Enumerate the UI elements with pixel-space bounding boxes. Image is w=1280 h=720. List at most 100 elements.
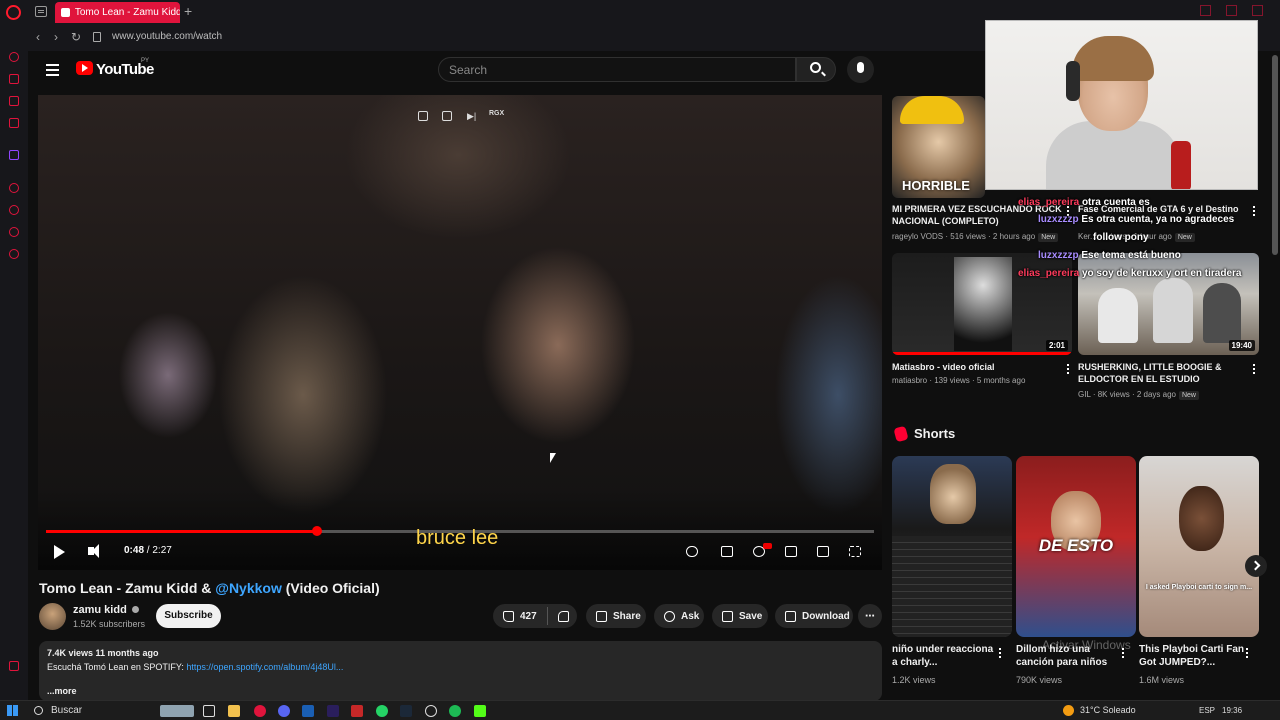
tab-audio-icon	[61, 8, 70, 17]
cast-icon[interactable]	[817, 546, 829, 557]
opera-logo-icon[interactable]	[6, 5, 21, 20]
sidebar-twitch-icon[interactable]	[9, 150, 19, 160]
sidebar-messenger-icon[interactable]	[9, 96, 19, 106]
language-indicator[interactable]: ESP	[1199, 706, 1215, 715]
opera-gx-icon[interactable]	[254, 705, 266, 717]
file-explorer-icon[interactable]	[228, 705, 240, 717]
video-player[interactable]: ▶| RGX 0:48 / 2:27 bruce lee	[38, 95, 882, 570]
rec-title-3[interactable]: Matiasbro - video oficial	[892, 361, 1062, 373]
taskbar-widget-icon[interactable]	[160, 705, 194, 717]
taskbar-search-label[interactable]: Buscar	[51, 705, 82, 716]
sidebar-settings-icon[interactable]	[9, 249, 19, 259]
taskbar-search-icon[interactable]	[34, 706, 43, 715]
weather-text[interactable]: 31°C Soleado	[1080, 705, 1136, 715]
short-1-face	[930, 464, 976, 524]
spotify-icon[interactable]	[449, 705, 461, 717]
sidebar-extensions-icon[interactable]	[9, 227, 19, 237]
short-menu-icon-1[interactable]	[999, 648, 1001, 650]
more-actions-button[interactable]: ⋯	[858, 604, 882, 628]
channel-avatar[interactable]	[39, 603, 66, 630]
lock-icon[interactable]	[93, 32, 101, 42]
ask-button[interactable]: Ask	[654, 604, 704, 628]
duration-badge: 2:01	[1045, 340, 1068, 351]
chat-username: luzxzzzp	[1038, 250, 1079, 261]
subtitle-caption: bruce lee	[416, 527, 499, 549]
short-title-3[interactable]: This Playboi Carti Fan Got JUMPED?...	[1139, 643, 1247, 669]
sidebar-player-icon[interactable]	[9, 183, 19, 193]
weather-sun-icon[interactable]	[1063, 705, 1074, 716]
popout-icon[interactable]	[442, 111, 452, 121]
workspaces-icon[interactable]	[35, 6, 47, 17]
captions-icon[interactable]	[721, 546, 733, 557]
back-icon[interactable]: ‹	[36, 30, 40, 44]
browser-tab-active[interactable]: Tomo Lean - Zamu Kidd	[55, 2, 180, 23]
channel-name-text[interactable]: zamu kidd	[73, 604, 127, 616]
skip-icon[interactable]: ▶|	[467, 111, 477, 121]
subscribe-button[interactable]: Subscribe	[156, 604, 221, 628]
dislike-icon[interactable]	[557, 610, 569, 622]
discord-icon[interactable]	[278, 705, 290, 717]
youtube-logo-icon[interactable]	[76, 61, 93, 75]
voice-search-button[interactable]	[847, 56, 874, 83]
scrubber-handle[interactable]	[311, 526, 322, 536]
window-controls	[1200, 5, 1263, 16]
forward-icon[interactable]: ›	[54, 30, 58, 44]
search-tabs-icon[interactable]	[1200, 5, 1211, 16]
url-field[interactable]: www.youtube.com/watch	[112, 31, 222, 42]
sidebar-aria-icon[interactable]	[9, 52, 19, 62]
recorder-icon[interactable]	[351, 705, 363, 717]
steam-icon[interactable]	[400, 705, 412, 717]
short-title-1[interactable]: niño under reacciona a charly...	[892, 643, 1000, 669]
rec-title-4[interactable]: RUSHERKING, LITTLE BOOGIE & ELDOCTOR EN …	[1078, 361, 1248, 385]
rgx-label[interactable]: RGX	[489, 110, 504, 117]
page-scrollbar[interactable]	[1272, 55, 1278, 255]
clock[interactable]: 19:36	[1222, 706, 1242, 715]
search-input[interactable]: Search	[438, 57, 796, 82]
short-thumbnail-1[interactable]	[892, 456, 1012, 637]
sidebar-bag-icon[interactable]	[9, 74, 19, 84]
reload-icon[interactable]: ↻	[71, 30, 81, 44]
kick-icon[interactable]	[474, 705, 486, 717]
short-menu-icon-3[interactable]	[1246, 648, 1248, 650]
whatsapp-icon[interactable]	[376, 705, 388, 717]
menu-icon[interactable]	[46, 64, 59, 66]
new-tab-button[interactable]: +	[184, 3, 192, 19]
download-button[interactable]: Download	[775, 604, 853, 628]
autoplay-toggle-icon[interactable]	[686, 546, 698, 557]
shorts-next-button[interactable]	[1245, 555, 1267, 577]
channel-name[interactable]: zamu kidd	[73, 604, 139, 616]
show-more-button[interactable]: ...more	[47, 686, 874, 696]
save-button[interactable]: Save	[712, 604, 768, 628]
thumbnail-figure	[954, 257, 1012, 351]
like-count[interactable]: 427	[520, 611, 537, 622]
rec-menu-icon-3[interactable]	[1067, 364, 1069, 366]
sparkle-icon	[664, 610, 675, 622]
theater-mode-icon[interactable]	[785, 546, 797, 557]
minimize-icon[interactable]	[1226, 5, 1237, 16]
fullscreen-icon[interactable]	[849, 546, 861, 557]
sidebar-more-icon[interactable]	[9, 683, 19, 693]
short-thumbnail-2[interactable]: DE ESTO	[1016, 456, 1136, 637]
maximize-icon[interactable]	[1252, 5, 1263, 16]
rec-menu-icon-2[interactable]	[1253, 206, 1255, 208]
description-box[interactable]: 7.4K views 11 months ago Escuchá Tomó Le…	[39, 641, 882, 701]
spotify-link[interactable]: https://open.spotify.com/album/4j48Ul...	[186, 662, 343, 672]
task-view-icon[interactable]	[203, 705, 215, 717]
volume-icon[interactable]	[88, 544, 99, 558]
rec-menu-icon-4[interactable]	[1253, 364, 1255, 366]
share-button[interactable]: Share	[586, 604, 646, 628]
like-icon[interactable]	[503, 610, 514, 622]
sidebar-gx-icon[interactable]	[9, 661, 19, 671]
obs-icon[interactable]	[425, 705, 437, 717]
play-icon[interactable]	[54, 545, 65, 559]
premiere-icon[interactable]	[327, 705, 339, 717]
mention-link[interactable]: @Nykkow	[215, 580, 282, 596]
sidebar-history-icon[interactable]	[9, 205, 19, 215]
short-thumbnail-3[interactable]: I asked Playboi carti to sign m...	[1139, 456, 1259, 637]
rec-thumbnail-1[interactable]: HORRIBLE	[892, 96, 985, 198]
vscode-icon[interactable]	[302, 705, 314, 717]
search-button[interactable]	[796, 57, 836, 82]
windows-start-icon[interactable]	[7, 705, 18, 716]
sidebar-m-icon[interactable]	[9, 118, 19, 128]
miniplayer-icon[interactable]	[418, 111, 428, 121]
